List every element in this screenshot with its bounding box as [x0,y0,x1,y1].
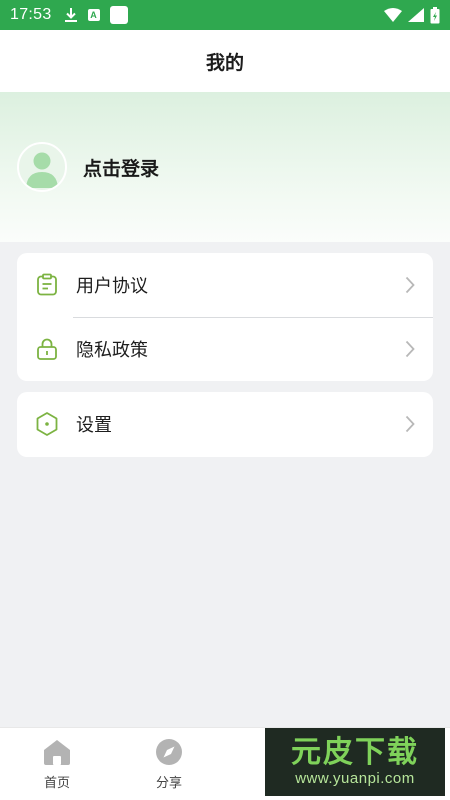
menu-item-user-agreement[interactable]: 用户协议 [17,253,433,318]
download-icon [64,7,78,23]
agreement-icon [34,272,60,298]
watermark-url: www.yuanpi.com [295,770,415,787]
home-icon [44,740,70,765]
status-bar: 17:53 A [0,0,450,30]
nav-item-home[interactable]: 首页 [27,738,87,791]
page-title: 我的 [205,51,244,74]
nav-label: 首页 [43,776,70,791]
lock-icon [34,336,60,362]
square-icon [109,6,128,24]
menu-item-settings[interactable]: 设置 [17,392,433,456]
login-link[interactable]: 点击登录 [83,154,159,181]
a-icon: A [87,9,100,21]
battery-icon [430,6,440,24]
user-avatar-icon [26,152,58,188]
chevron-right-icon [405,415,415,433]
compass-icon [156,739,182,765]
header: 我的 [0,30,450,92]
menu-card-legal: 用户协议 隐私政策 [17,253,433,381]
chevron-right-icon [405,276,415,294]
nav-item-share[interactable]: 分享 [139,738,199,791]
chevron-right-icon [405,340,415,358]
wifi-icon [384,8,402,22]
menu-card-settings: 设置 [17,392,433,457]
status-system-icons [384,6,440,24]
avatar[interactable] [17,142,67,192]
settings-icon [34,411,60,437]
menu-item-privacy-policy[interactable]: 隐私政策 [17,317,433,381]
status-notification-icons: A [64,6,128,24]
status-time: 17:53 [10,6,52,23]
watermark-title: 元皮下载 [291,735,419,770]
profile-section[interactable]: 点击登录 [0,92,450,242]
watermark: 元皮下载 www.yuanpi.com [265,728,445,796]
nav-label: 分享 [155,776,182,791]
menu-item-label: 用户协议 [76,276,148,297]
signal-icon [408,8,424,22]
menu-item-label: 隐私政策 [76,340,148,361]
menu-item-label: 设置 [76,415,112,436]
